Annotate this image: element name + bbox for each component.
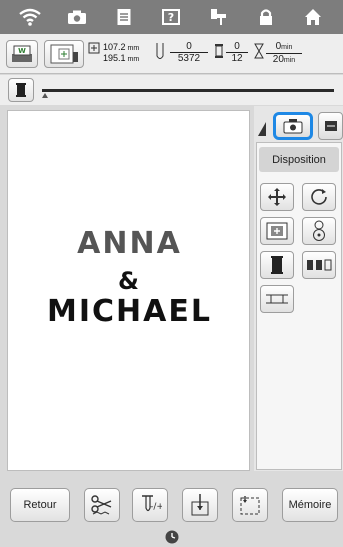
info-bar: W 107.2 mm 195.1 mm 0 5372 0 12 0min 20m… <box>0 34 343 74</box>
disposition-panel: Disposition <box>256 142 342 470</box>
resize-button[interactable] <box>260 217 294 245</box>
right-panel: Disposition <box>254 106 343 471</box>
help-icon[interactable]: ? <box>156 4 186 30</box>
start-point-button[interactable] <box>182 488 218 522</box>
camera-icon[interactable] <box>62 4 92 30</box>
sewing-icon[interactable] <box>204 4 234 30</box>
move-button[interactable] <box>260 183 294 211</box>
memory-button[interactable]: Mémoire <box>282 488 338 522</box>
thread-spool-icon <box>214 43 224 59</box>
color-sort-button[interactable] <box>302 251 336 279</box>
multicolor-button[interactable] <box>302 217 336 245</box>
stitch-counter: 0 5372 <box>170 41 208 64</box>
stitch-progress-bar[interactable] <box>42 89 334 92</box>
top-toolbar: ? <box>0 0 343 34</box>
hoop-size-button[interactable] <box>44 40 84 68</box>
progress-marker <box>42 93 48 98</box>
size-icon <box>88 41 100 54</box>
disposition-label: Disposition <box>259 147 339 172</box>
design-text-line-1: ANNA <box>77 226 182 261</box>
design-text-line-3: MICHAEL <box>47 294 212 329</box>
thread-color-button[interactable] <box>8 78 34 102</box>
progress-row <box>0 75 343 105</box>
wifi-icon[interactable] <box>15 4 45 30</box>
needle-icon <box>155 42 165 62</box>
thread-cutter-button[interactable] <box>84 488 120 522</box>
design-height: 195.1 mm <box>103 53 140 63</box>
home-icon[interactable] <box>298 4 328 30</box>
wireless-transfer-button[interactable]: W <box>6 40 38 68</box>
tab-left-partial[interactable] <box>256 116 268 140</box>
hourglass-icon <box>254 43 264 59</box>
panel-tabs <box>254 110 343 144</box>
stitch-tab[interactable] <box>318 112 343 140</box>
design-preview-canvas[interactable]: ANNA & MICHAEL <box>7 110 250 471</box>
bottom-bar: Retour -/+ Mémoire <box>0 478 343 534</box>
lock-icon[interactable] <box>251 4 281 30</box>
color-counter: 0 12 <box>226 41 248 64</box>
svg-text:-/+: -/+ <box>150 502 162 512</box>
thread-color-tool-button[interactable] <box>260 251 294 279</box>
clock-icon <box>165 530 179 544</box>
trial-button[interactable] <box>232 488 268 522</box>
rotate-button[interactable] <box>302 183 336 211</box>
document-icon[interactable] <box>109 4 139 30</box>
baste-button[interactable] <box>260 285 294 313</box>
back-button[interactable]: Retour <box>10 488 70 522</box>
svg-text:W: W <box>18 47 26 55</box>
time-counter: 0min 20min <box>266 41 302 66</box>
camera-tab[interactable] <box>273 112 313 140</box>
design-text-line-2: & <box>118 267 141 295</box>
tension-button[interactable]: -/+ <box>132 488 168 522</box>
svg-text:?: ? <box>168 11 174 24</box>
